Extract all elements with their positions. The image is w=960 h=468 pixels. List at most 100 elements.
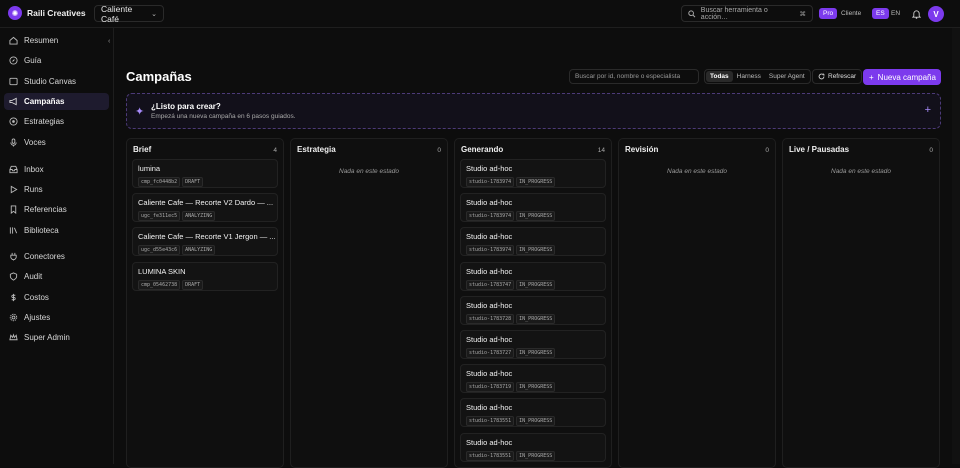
status-badge: ANALYZING xyxy=(182,245,216,256)
sidebar-item-label: Guía xyxy=(24,56,42,65)
brand[interactable]: ✺ Raili Creatives xyxy=(8,6,86,20)
main-content: Campañas Buscar por id, nombre o especia… xyxy=(114,28,952,468)
lang-es-button[interactable]: ES xyxy=(872,8,889,19)
global-search-input[interactable]: Buscar herramienta o acción… ⌘ xyxy=(681,5,813,22)
lang-en-button[interactable]: EN xyxy=(891,8,900,19)
sidebar-item-voces[interactable]: Voces xyxy=(4,134,109,151)
scrollbar[interactable] xyxy=(952,28,960,464)
compass-icon xyxy=(9,56,18,65)
card-title: lumina xyxy=(138,164,161,173)
column-count: 0 xyxy=(929,147,933,154)
card-id: studio-1783747 xyxy=(466,279,515,290)
column-count: 0 xyxy=(765,147,769,154)
sidebar-item-label: Conectores xyxy=(24,252,65,261)
status-badge: IN_PROGRESS xyxy=(516,279,556,290)
sidebar-item-ajustes[interactable]: Ajustes xyxy=(4,309,109,326)
campaign-card[interactable]: Studio ad-hoc studio-1783551 IN_PROGRESS xyxy=(460,432,606,462)
empty-state: Nada en este estado xyxy=(339,168,399,175)
column-title: Revisión xyxy=(625,145,659,154)
shortcut-hint: ⌘ xyxy=(799,10,807,18)
search-icon xyxy=(688,9,696,17)
bookmark-icon xyxy=(10,205,17,214)
column-title: Generando xyxy=(461,145,504,154)
new-campaign-button[interactable]: + Nueva campaña xyxy=(863,69,941,85)
sidebar-item-label: Super Admin xyxy=(24,333,70,342)
status-badge: IN_PROGRESS xyxy=(516,450,556,461)
status-badge: DRAFT xyxy=(182,279,204,290)
mic-icon xyxy=(10,138,17,147)
campaign-card[interactable]: Studio ad-hoc studio-1783728 IN_PROGRESS xyxy=(460,295,606,325)
sidebar-item-costos[interactable]: Costos xyxy=(4,289,109,306)
sidebar-item-studio-canvas[interactable]: Studio Canvas xyxy=(4,73,109,90)
column-revisión: Revisión 0 Nada en este estado xyxy=(618,138,776,468)
sidebar-item-campañas[interactable]: Campañas xyxy=(4,93,109,110)
campaign-card[interactable]: LUMINA SKIN cmp_05462738 DRAFT xyxy=(132,261,278,291)
campaign-card[interactable]: Studio ad-hoc studio-1783551 IN_PROGRESS xyxy=(460,398,606,428)
refresh-icon xyxy=(818,73,825,80)
campaign-card[interactable]: lumina cmp_fc0448b2 DRAFT xyxy=(132,159,278,188)
sparkles-icon: ✦ xyxy=(135,106,145,118)
sidebar-item-biblioteca[interactable]: Biblioteca xyxy=(4,222,109,239)
sidebar-item-label: Resumen xyxy=(24,36,59,45)
play-icon xyxy=(10,185,18,194)
campaign-card[interactable]: Studio ad-hoc studio-1783719 IN_PROGRESS xyxy=(460,364,606,394)
empty-state: Nada en este estado xyxy=(667,168,727,175)
avatar[interactable]: V xyxy=(928,6,944,22)
refresh-button[interactable]: Refrescar xyxy=(812,69,863,84)
status-badge: IN_PROGRESS xyxy=(516,211,556,222)
card-id: cmp_05462738 xyxy=(138,279,181,290)
sidebar-item-guía[interactable]: Guía xyxy=(4,52,109,69)
status-badge: IN_PROGRESS xyxy=(516,177,556,187)
filter-group: Todas Harness Super Agent xyxy=(704,69,811,84)
campaign-card[interactable]: Studio ad-hoc studio-1783974 IN_PROGRESS xyxy=(460,227,606,257)
filter-harness[interactable]: Harness xyxy=(733,71,765,82)
status-badge: ANALYZING xyxy=(182,211,216,222)
library-icon xyxy=(9,227,18,234)
card-title: Studio ad-hoc xyxy=(466,437,513,447)
campaign-card[interactable]: Studio ad-hoc studio-1783974 IN_PROGRESS xyxy=(460,193,606,223)
campaign-search-input[interactable]: Buscar por id, nombre o especialista xyxy=(569,69,699,84)
sidebar-item-conectores[interactable]: Conectores xyxy=(4,248,109,265)
status-badge: IN_PROGRESS xyxy=(516,313,556,324)
sidebar-item-resumen[interactable]: Resumen xyxy=(4,32,109,49)
sidebar-item-label: Costos xyxy=(24,293,49,302)
card-id: studio-1783551 xyxy=(466,416,515,427)
refresh-label: Refrescar xyxy=(828,73,857,80)
workspace-select[interactable]: Caliente Café ⌄ xyxy=(94,4,164,24)
column-count: 14 xyxy=(597,147,605,154)
create-banner[interactable]: ✦ ¿Listo para crear? Empezá una nueva ca… xyxy=(126,93,941,129)
sidebar-item-label: Voces xyxy=(24,138,46,147)
filter-todas[interactable]: Todas xyxy=(706,71,733,82)
campaign-card[interactable]: Studio ad-hoc studio-1783974 IN_PROGRESS xyxy=(460,159,606,188)
sidebar-item-runs[interactable]: Runs xyxy=(4,181,109,198)
campaign-card[interactable]: Caliente Cafe — Recorte V1 Jergon — ... u… xyxy=(132,227,278,257)
canvas-icon xyxy=(9,77,18,86)
sidebar-item-inbox[interactable]: Inbox xyxy=(4,161,109,178)
sidebar-item-super-admin[interactable]: Super Admin xyxy=(4,329,109,346)
bell-icon[interactable] xyxy=(912,9,921,19)
status-badge: IN_PROGRESS xyxy=(516,348,556,358)
add-icon[interactable]: + xyxy=(925,104,931,116)
sidebar-item-estrategias[interactable]: Estrategias xyxy=(4,113,109,130)
sidebar-item-referencias[interactable]: Referencias xyxy=(4,201,109,218)
card-title: LUMINA SKIN xyxy=(138,266,186,276)
column-title: Estrategia xyxy=(297,145,336,154)
card-id: studio-1783551 xyxy=(466,450,515,461)
campaign-card[interactable]: Caliente Cafe — Recorte V2 Dardo — ... ug… xyxy=(132,193,278,223)
card-title: Studio ad-hoc xyxy=(466,369,513,379)
sidebar-item-label: Biblioteca xyxy=(24,226,59,235)
card-id: ugc_d55e43c6 xyxy=(138,245,181,256)
status-badge: IN_PROGRESS xyxy=(516,416,556,427)
campaign-card[interactable]: Studio ad-hoc studio-1783747 IN_PROGRESS xyxy=(460,261,606,291)
plan-badge: Pro xyxy=(819,8,838,19)
status-badge: IN_PROGRESS xyxy=(516,245,556,256)
sidebar-item-audit[interactable]: Audit xyxy=(4,268,109,285)
status-badge: DRAFT xyxy=(182,177,204,187)
column-count: 4 xyxy=(273,147,277,154)
megaphone-icon xyxy=(9,97,17,106)
card-id: studio-1783727 xyxy=(466,348,515,358)
campaign-card[interactable]: Studio ad-hoc studio-1783727 IN_PROGRESS xyxy=(460,330,606,359)
sidebar-item-label: Ajustes xyxy=(24,313,51,322)
filter-super-agent[interactable]: Super Agent xyxy=(765,71,809,82)
card-id: cmp_fc0448b2 xyxy=(138,177,181,187)
